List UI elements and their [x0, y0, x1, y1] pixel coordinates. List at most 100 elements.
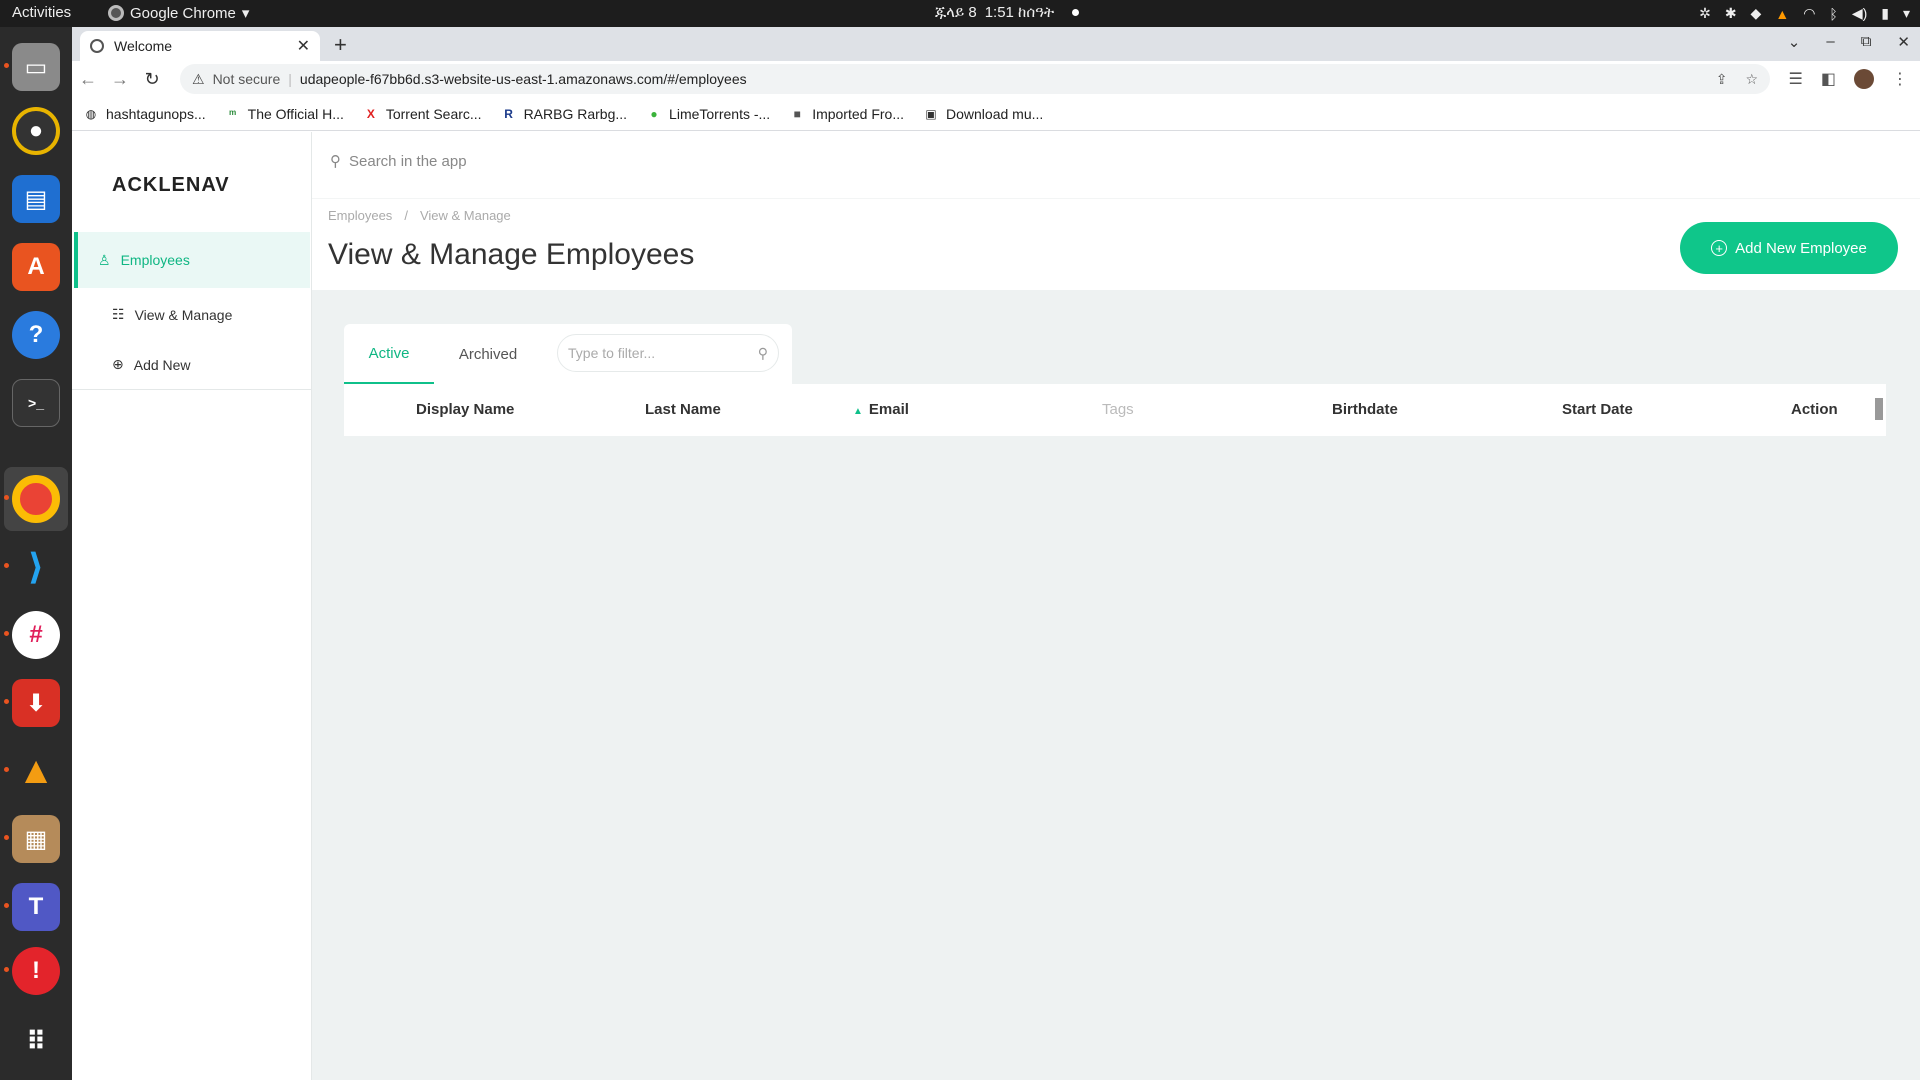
column-birthdate[interactable]: Birthdate — [1332, 401, 1398, 418]
column-action: Action — [1791, 401, 1838, 418]
files-icon[interactable]: ▭ — [12, 43, 60, 91]
running-indicator — [4, 63, 9, 68]
toolbar-actions: ☰ ◧ ⋮ — [1789, 69, 1908, 89]
vlc-tray-icon[interactable]: ▲ — [1775, 6, 1789, 22]
new-tab-button[interactable]: + — [334, 32, 347, 58]
help-icon[interactable]: ? — [12, 311, 60, 359]
teams-icon[interactable]: T — [12, 883, 60, 931]
side-panel-icon[interactable]: ◧ — [1821, 69, 1836, 89]
sidebar-item-employees[interactable]: ♙ Employees — [74, 232, 310, 288]
list-icon: ☷ — [112, 306, 125, 322]
minimize-icon[interactable]: – — [1826, 33, 1834, 51]
rhythmbox-icon[interactable]: ● — [12, 107, 60, 155]
tab-active[interactable]: Active — [344, 324, 434, 384]
table-scrollbar[interactable] — [1874, 390, 1884, 430]
column-start-date[interactable]: Start Date — [1562, 401, 1633, 418]
update-alert-icon[interactable]: ! — [12, 947, 60, 995]
more-menu-icon[interactable]: ⋮ — [1892, 69, 1908, 89]
tabs-card: Active Archived Type to filter... ⚲ — [344, 324, 792, 384]
sidebar-item-add-new[interactable]: ⊕ Add New — [112, 356, 191, 373]
warning-icon[interactable]: ⚠ — [192, 71, 205, 88]
activities-button[interactable]: Activities — [12, 4, 71, 21]
dock: ▭ ● ▤ A ? >_ ⟩ # ⬇ ▲ ▦ T ! ⠿ — [0, 27, 72, 1080]
back-icon[interactable]: ← — [72, 69, 104, 90]
chrome-icon — [108, 5, 124, 21]
battery-icon[interactable]: ▮ — [1881, 5, 1889, 22]
browser-tab[interactable]: Welcome ✕ — [80, 31, 320, 61]
chrome-dock-icon[interactable] — [12, 475, 60, 523]
terminal-icon[interactable]: >_ — [12, 379, 60, 427]
search-input[interactable]: Search in the app — [349, 153, 467, 170]
app-menu[interactable]: Google Chrome ▾ — [108, 4, 249, 22]
tab-archived[interactable]: Archived — [434, 324, 542, 384]
software-center-icon[interactable]: A — [12, 243, 60, 291]
running-indicator — [4, 903, 9, 908]
tab-title: Welcome — [114, 38, 173, 54]
bookmark-item[interactable]: ▣ Download mu... — [924, 106, 1043, 122]
maximize-icon[interactable]: ⧉ — [1861, 33, 1872, 51]
forward-icon[interactable]: → — [104, 69, 136, 90]
teams-tray-icon[interactable]: ◆ — [1751, 5, 1762, 22]
omnibox-actions: ⇪ ☆ — [1716, 71, 1758, 88]
column-display-name[interactable]: Display Name — [416, 401, 514, 418]
table-header: Display Name Last Name ▲ Email Tags Birth… — [344, 384, 1886, 436]
browser-toolbar: ← → ↻ ⚠ Not secure | udapeople-f67bb6d.s… — [72, 61, 1920, 97]
user-icon: ♙ — [98, 251, 111, 268]
address-bar[interactable]: ⚠ Not secure | udapeople-f67bb6d.s3-webs… — [180, 64, 1770, 94]
system-tray[interactable]: ✲ ✱ ◆ ▲ ◠ ᛒ ◀) ▮ ▾ — [1699, 5, 1910, 22]
bookmark-item[interactable]: R RARBG Rarbg... — [502, 106, 627, 122]
running-indicator — [4, 767, 9, 772]
close-window-icon[interactable]: ✕ — [1897, 33, 1910, 51]
slack-tray-icon[interactable]: ✲ — [1699, 5, 1711, 22]
bookmark-label: RARBG Rarbg... — [523, 105, 628, 122]
column-last-name[interactable]: Last Name — [645, 401, 721, 418]
profile-avatar[interactable] — [1854, 69, 1874, 89]
bookmark-item[interactable]: ◍ hashtagunops... — [84, 106, 206, 122]
vlc-icon[interactable]: ▲ — [12, 747, 60, 795]
writer-icon[interactable]: ▤ — [12, 175, 60, 223]
breadcrumb-employees[interactable]: Employees — [328, 208, 392, 223]
bluetooth-icon[interactable]: ᛒ — [1829, 6, 1837, 22]
bookmark-star-icon[interactable]: ☆ — [1745, 71, 1758, 88]
clock-time: 1:51 ከሰዓት — [984, 4, 1055, 21]
volume-icon[interactable]: ◀) — [1852, 5, 1867, 22]
scrollbar-thumb[interactable] — [1875, 398, 1883, 420]
slack-icon[interactable]: # — [12, 611, 60, 659]
share-icon[interactable]: ⇪ — [1716, 71, 1728, 88]
tab-search-chevron-icon[interactable]: ⌄ — [1788, 33, 1801, 51]
reading-list-icon[interactable]: ☰ — [1789, 69, 1803, 89]
column-email[interactable]: ▲ Email — [853, 401, 909, 418]
search-icon: ⚲ — [330, 153, 341, 170]
add-new-employee-button[interactable]: + Add New Employee — [1680, 222, 1898, 274]
sidebar-item-view-manage[interactable]: ☷ View & Manage — [112, 306, 232, 323]
bookmark-item[interactable]: X Torrent Searc... — [364, 106, 482, 122]
power-menu-chevron-icon[interactable]: ▾ — [1903, 5, 1910, 22]
slack-tray-icon-2[interactable]: ✱ — [1725, 5, 1737, 22]
security-label[interactable]: Not secure — [213, 71, 281, 87]
app-menu-label: Google Chrome — [130, 4, 236, 22]
site-icon: ᵐ — [229, 106, 237, 121]
app-search[interactable]: ⚲ Search in the app — [330, 152, 467, 171]
bookmark-item[interactable]: ᵐ The Official H... — [226, 106, 344, 122]
bookmark-item[interactable]: ● LimeTorrents -... — [647, 106, 770, 122]
bookmark-item[interactable]: ■ Imported Fro... — [790, 106, 904, 122]
column-tags: Tags — [1102, 401, 1134, 418]
header-divider — [312, 198, 1920, 199]
url-text[interactable]: udapeople-f67bb6d.s3-website-us-east-1.a… — [300, 71, 747, 87]
archive-installer-icon[interactable]: ▦ — [12, 815, 60, 863]
wifi-icon[interactable]: ◠ — [1803, 5, 1815, 22]
downloader-icon[interactable]: ⬇ — [12, 679, 60, 727]
bookmark-label: Download mu... — [946, 105, 1044, 122]
app-logo[interactable]: ACKLENAV — [112, 174, 230, 197]
reload-icon[interactable]: ↻ — [136, 69, 168, 90]
vscode-icon[interactable]: ⟩ — [12, 543, 60, 591]
close-tab-icon[interactable]: ✕ — [297, 36, 310, 56]
show-apps-grid-icon[interactable]: ⠿ — [12, 1017, 60, 1065]
app-header: ⚲ Search in the app Employees / View & M… — [312, 132, 1920, 290]
filter-input[interactable]: Type to filter... ⚲ — [557, 334, 779, 372]
add-button-label: Add New Employee — [1735, 239, 1867, 257]
column-email-label: Email — [868, 401, 909, 418]
breadcrumb-view-manage[interactable]: View & Manage — [420, 208, 511, 223]
sort-ascending-icon: ▲ — [853, 406, 863, 417]
clock[interactable]: ጁላይ 8 1:51 ከሰዓት — [935, 4, 1080, 21]
